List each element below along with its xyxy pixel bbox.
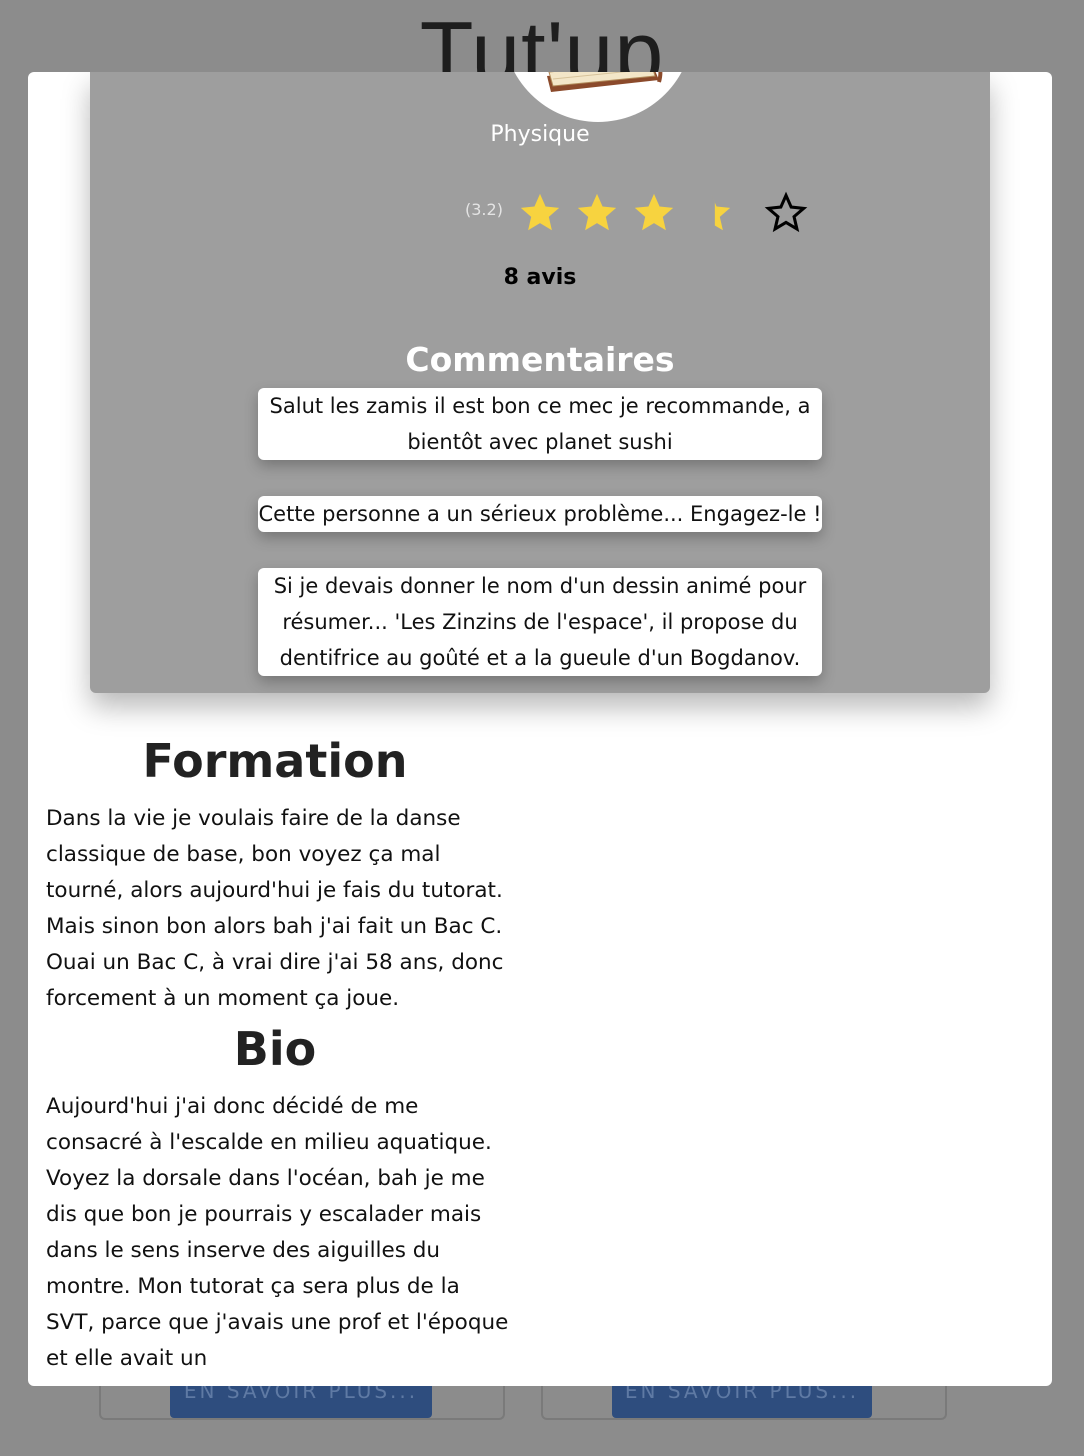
star-filled-icon — [634, 193, 674, 231]
formation-title: Formation — [142, 734, 408, 788]
review-count: 8 avis — [503, 265, 577, 290]
star-rating: (3.2) — [465, 188, 820, 238]
bio-text: Aujourd'hui j'ai donc décidé de me consa… — [46, 1094, 509, 1371]
learn-more-button[interactable]: EN SAVOIR PLUS... — [170, 1382, 432, 1418]
formation-text: Dans la vie je voulais faire de la danse… — [46, 806, 504, 1011]
profile-card: Physique (3.2) 8 avis Commentaires Salut… — [90, 72, 990, 693]
comments-title: Commentaires — [405, 340, 675, 379]
learn-more-button[interactable]: EN SAVOIR PLUS... — [612, 1382, 872, 1418]
rating-value: (3.2) — [465, 199, 503, 219]
bio-title: Bio — [233, 1022, 317, 1076]
star-filled-icon — [577, 193, 617, 231]
subject-label: Physique — [490, 122, 590, 147]
comment-card: Cette personne a un sérieux problème... … — [258, 496, 822, 532]
tutor-profile-modal: Physique (3.2) 8 avis Commentaires Salut… — [28, 72, 1052, 1386]
star-half-icon — [710, 193, 731, 231]
book-icon — [547, 72, 663, 92]
star-filled-icon — [520, 193, 560, 231]
comment-card: Salut les zamis il est bon ce mec je rec… — [258, 388, 822, 460]
comment-card: Si je devais donner le nom d'un dessin a… — [258, 568, 822, 676]
avatar — [503, 72, 693, 122]
star-empty-icon — [764, 191, 808, 233]
